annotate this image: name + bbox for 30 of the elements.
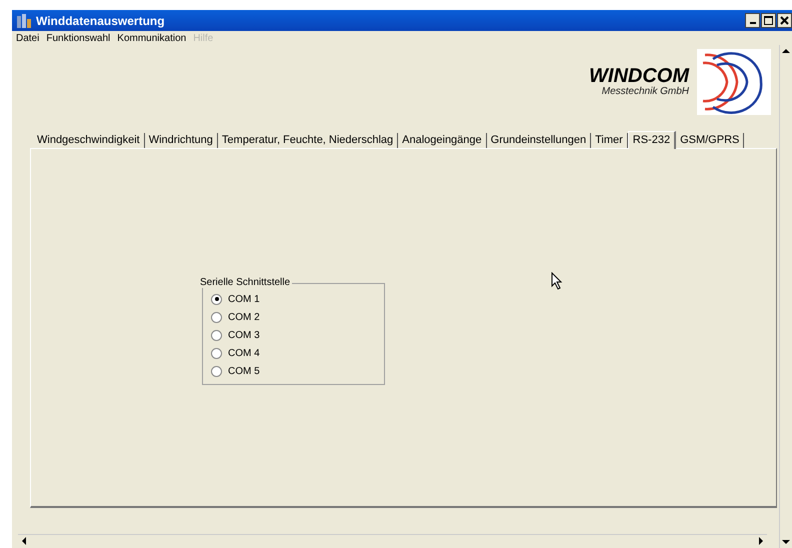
minimize-button[interactable] bbox=[745, 13, 760, 28]
maximize-button[interactable] bbox=[761, 13, 776, 28]
radio-option[interactable]: COM 1 bbox=[211, 292, 384, 306]
radio-option[interactable]: COM 5 bbox=[211, 364, 384, 378]
horizontal-scrollbar[interactable] bbox=[18, 534, 767, 547]
menu-item[interactable]: Funktionswahl bbox=[46, 32, 110, 44]
close-icon bbox=[778, 14, 791, 27]
group-title: Serielle Schnittstelle bbox=[200, 277, 292, 288]
radio-option[interactable]: COM 2 bbox=[211, 310, 384, 324]
maximize-icon bbox=[762, 14, 775, 27]
tab[interactable]: Grundeinstellungen bbox=[486, 133, 592, 148]
tab[interactable]: Temperatur, Feuchte, Niederschlag bbox=[218, 133, 398, 148]
logo-subtitle: Messtechnik GmbH bbox=[602, 86, 689, 97]
menu-item[interactable]: Datei bbox=[16, 32, 40, 44]
tab[interactable]: Analogeingänge bbox=[398, 133, 487, 148]
close-button[interactable] bbox=[777, 13, 792, 28]
minimize-icon bbox=[750, 22, 756, 24]
logo-name: WINDCOM bbox=[589, 66, 689, 86]
app-icon bbox=[16, 14, 32, 28]
window-title: Winddatenauswertung bbox=[36, 14, 165, 28]
radio-option[interactable]: COM 4 bbox=[211, 346, 384, 360]
vertical-scrollbar[interactable] bbox=[779, 45, 792, 548]
tab[interactable]: Windgeschwindigkeit bbox=[33, 133, 145, 148]
tab[interactable]: Windrichtung bbox=[144, 133, 218, 148]
logo-icon bbox=[697, 49, 771, 115]
cursor-icon bbox=[551, 272, 563, 290]
tab[interactable]: GSM/GPRS bbox=[676, 133, 744, 148]
menu-item[interactable]: Kommunikation bbox=[117, 32, 186, 44]
tab[interactable]: RS-232 bbox=[628, 131, 676, 149]
radio-option[interactable]: COM 3 bbox=[211, 328, 384, 342]
